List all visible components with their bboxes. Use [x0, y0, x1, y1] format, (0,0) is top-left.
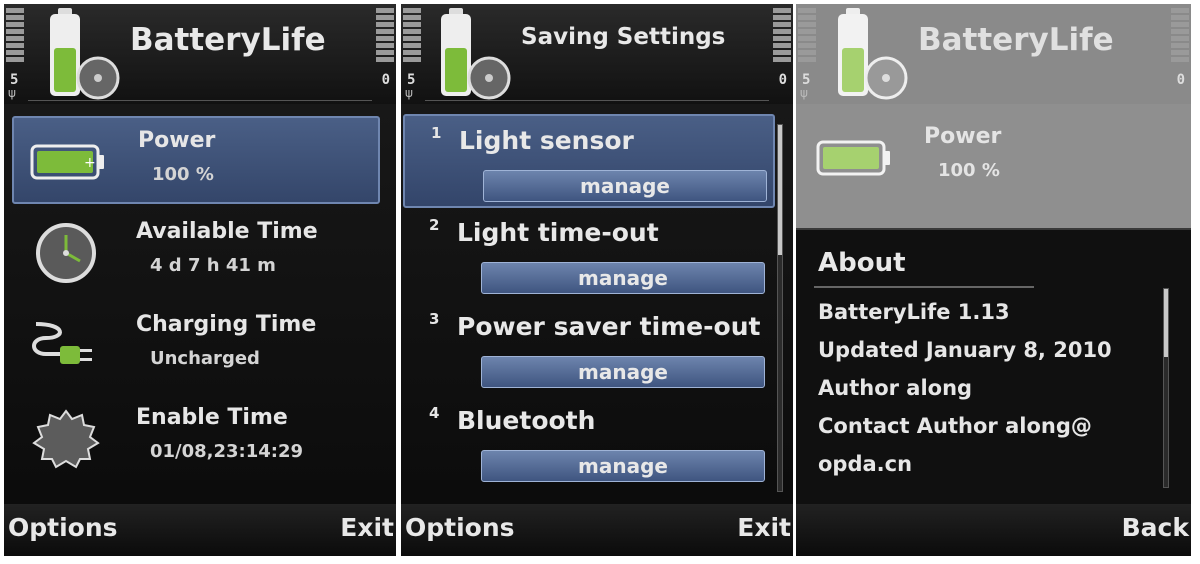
dimmed-background: 5 0 ψ BatteryLife Power 100 % — [796, 4, 1191, 229]
svg-text:+: + — [84, 155, 96, 171]
setting-label: Light sensor — [459, 126, 634, 155]
battery-icon: + — [30, 144, 104, 180]
setting-light-sensor[interactable]: 1 Light sensor manage — [403, 114, 775, 208]
manage-button[interactable]: manage — [481, 356, 765, 388]
options-softkey[interactable]: Options — [8, 513, 118, 542]
antenna-icon: ψ — [405, 86, 413, 100]
battery-indicator-text: 0 — [1176, 72, 1185, 88]
options-softkey[interactable]: Options — [405, 513, 515, 542]
setting-label: Power saver time-out — [457, 312, 761, 341]
gear-icon — [32, 409, 100, 469]
about-dialog: About BatteryLife 1.13 Updated January 8… — [796, 228, 1191, 504]
antenna-icon: ψ — [8, 86, 16, 100]
battery-indicator-text: 0 — [778, 72, 787, 88]
list-item-label: Charging Time — [136, 312, 317, 337]
batterylife-logo-icon — [441, 8, 511, 100]
app-title: BatteryLife — [130, 22, 326, 58]
antenna-icon: ψ — [800, 86, 808, 100]
list-item-available-time[interactable]: Available Time 4 d 7 h 41 m — [12, 209, 380, 297]
dialog-title: About — [818, 248, 906, 278]
about-version: BatteryLife 1.13 — [818, 300, 1010, 324]
setting-power-saver-timeout[interactable]: 3 Power saver time-out manage — [403, 302, 775, 396]
softkey-bar: Back — [796, 504, 1191, 556]
about-dialog-screen: 5 0 ψ BatteryLife Power 100 % About Batt… — [796, 4, 1191, 556]
list-item-value: Uncharged — [150, 348, 260, 369]
about-author: Author along — [818, 376, 973, 400]
battery-main-screen: 5 0 ψ BatteryLife + Power 100 % Availabl… — [4, 4, 396, 556]
status-header: 5 0 ψ BatteryLife — [796, 4, 1191, 104]
header-divider — [28, 100, 372, 101]
batterylife-logo-icon — [50, 8, 120, 100]
battery-level-icon — [1171, 8, 1189, 68]
list-item-label: Available Time — [136, 219, 318, 244]
dialog-scrollbar[interactable] — [1163, 288, 1169, 488]
app-title: BatteryLife — [918, 22, 1114, 58]
setting-label: Bluetooth — [457, 406, 596, 435]
charger-plug-icon — [32, 322, 92, 364]
manage-button[interactable]: manage — [481, 450, 765, 482]
exit-softkey[interactable]: Exit — [737, 513, 791, 542]
scrollbar-thumb[interactable] — [1164, 289, 1168, 357]
about-updated: Updated January 8, 2010 — [818, 338, 1112, 362]
manage-button[interactable]: manage — [483, 170, 767, 202]
scrollbar-thumb[interactable] — [778, 125, 782, 255]
list-item-label: Power — [138, 128, 216, 153]
list-item-power[interactable]: + Power 100 % — [12, 116, 380, 204]
exit-softkey[interactable]: Exit — [340, 513, 394, 542]
list-item-value: 100 % — [938, 160, 1000, 181]
status-header: 5 0 ψ BatteryLife — [4, 4, 396, 104]
screen-title: Saving Settings — [521, 24, 726, 50]
header-divider — [425, 100, 769, 101]
list-item-value: 100 % — [152, 164, 214, 185]
signal-strength-icon — [403, 8, 421, 68]
list-item-label: Enable Time — [136, 405, 288, 430]
list-item-charging-time[interactable]: Charging Time Uncharged — [12, 302, 380, 390]
setting-bluetooth[interactable]: 4 Bluetooth manage — [403, 396, 775, 490]
batterylife-logo-icon — [838, 8, 908, 100]
list-item-value: 01/08,23:14:29 — [150, 441, 304, 462]
back-softkey[interactable]: Back — [1122, 513, 1189, 542]
status-header: 5 0 ψ Saving Settings — [401, 4, 793, 104]
clock-icon — [36, 223, 96, 283]
saving-settings-screen: 5 0 ψ Saving Settings 1 Light sensor man… — [401, 4, 793, 556]
softkey-bar: Options Exit — [401, 504, 793, 556]
list-item-power: Power 100 % — [800, 114, 1168, 202]
battery-icon — [816, 140, 890, 176]
battery-level-icon — [773, 8, 791, 68]
setting-number: 3 — [429, 310, 440, 328]
list-item-value: 4 d 7 h 41 m — [150, 255, 276, 276]
list-item-label: Power — [924, 124, 1002, 149]
about-contact-domain: opda.cn — [818, 452, 913, 476]
scrollbar[interactable] — [777, 124, 783, 492]
manage-button[interactable]: manage — [481, 262, 765, 294]
setting-number: 1 — [431, 124, 442, 142]
signal-strength-icon — [798, 8, 816, 68]
signal-strength-icon — [6, 8, 24, 68]
dialog-title-divider — [814, 286, 1034, 288]
setting-label: Light time-out — [457, 218, 659, 247]
battery-level-icon — [376, 8, 394, 68]
battery-indicator-text: 0 — [381, 72, 390, 88]
setting-light-timeout[interactable]: 2 Light time-out manage — [403, 208, 775, 302]
about-contact: Contact Author along@ — [818, 414, 1092, 438]
setting-number: 4 — [429, 404, 440, 422]
list-item-enable-time[interactable]: Enable Time 01/08,23:14:29 — [12, 395, 380, 483]
softkey-bar: Options Exit — [4, 504, 396, 556]
setting-number: 2 — [429, 216, 440, 234]
